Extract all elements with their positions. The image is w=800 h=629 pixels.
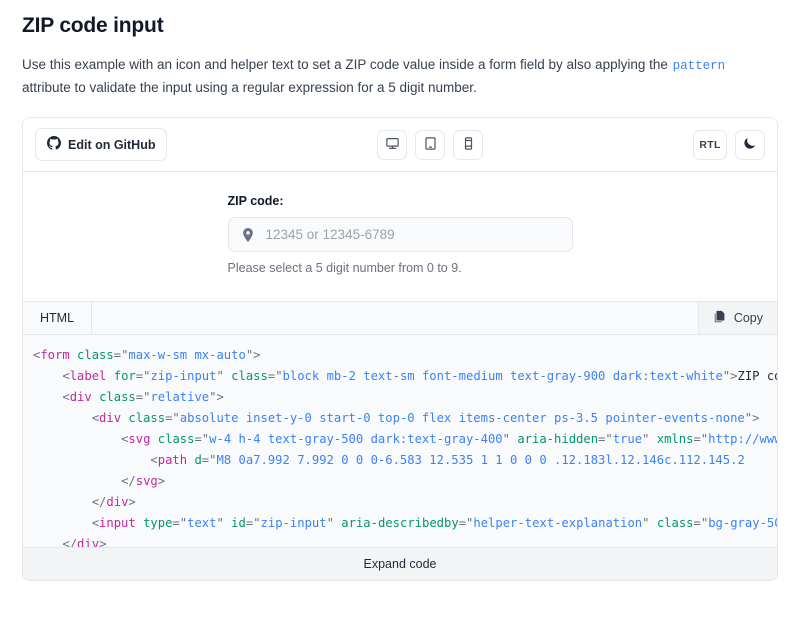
zip-input-wrapper xyxy=(227,217,573,252)
zip-helper-text: Please select a 5 digit number from 0 to… xyxy=(227,261,462,275)
code-line: <label for="zip-input" class="block mb-2… xyxy=(62,369,777,383)
mobile-view-button[interactable] xyxy=(453,129,484,160)
dark-mode-toggle-button[interactable] xyxy=(735,129,765,160)
edit-on-github-button[interactable]: Edit on GitHub xyxy=(35,128,168,161)
toolbar-left-group: Edit on GitHub xyxy=(35,128,168,161)
zip-code-label: ZIP code: xyxy=(227,194,284,208)
github-icon xyxy=(47,136,61,153)
code-line: <form class="max-w-sm mx-auto"> xyxy=(33,348,261,362)
tablet-icon xyxy=(423,136,438,154)
page-title: ZIP code input xyxy=(22,14,164,37)
zip-code-form: ZIP code: Please select a 5 digit number… xyxy=(227,194,573,275)
code-line: <svg class="w-4 h-4 text-gray-500 dark:t… xyxy=(121,432,777,446)
copy-icon xyxy=(713,310,727,327)
copy-code-button[interactable]: Copy xyxy=(698,302,777,334)
toolbar-right-group: RTL xyxy=(693,129,765,160)
example-card: Edit on GitHub RTL ZIP code: 12345 or 12… xyxy=(22,117,778,581)
desktop-view-button[interactable] xyxy=(377,129,408,160)
code-line: </div> xyxy=(91,495,136,509)
code-line: </svg> xyxy=(121,474,166,488)
code-block-area: <form class="max-w-sm mx-auto"> <label f… xyxy=(23,335,777,547)
intro-paragraph: Use this example with an icon and helper… xyxy=(22,54,778,99)
code-line: <input type="text" id="zip-input" aria-d… xyxy=(91,516,777,530)
moon-icon xyxy=(743,136,757,153)
code-line: <path d="M8 0a7.992 7.992 0 0 0-6.583 12… xyxy=(150,453,745,467)
expand-code-button[interactable]: Expand code xyxy=(23,547,777,580)
edit-on-github-label: Edit on GitHub xyxy=(68,137,156,152)
example-toolbar: Edit on GitHub RTL xyxy=(23,118,777,172)
intro-text-part1: Use this example with an icon and helper… xyxy=(22,57,668,72)
rtl-toggle-button[interactable]: RTL xyxy=(693,129,727,160)
tablet-view-button[interactable] xyxy=(415,129,446,160)
code-line: <div class="absolute inset-y-0 start-0 t… xyxy=(91,411,760,425)
zip-code-input[interactable] xyxy=(227,217,573,252)
mobile-icon xyxy=(461,136,476,154)
code-line: <div class="relative"> xyxy=(62,390,224,404)
example-preview: ZIP code: Please select a 5 digit number… xyxy=(23,172,777,301)
copy-code-label: Copy xyxy=(733,311,763,325)
tab-bar-spacer xyxy=(92,302,699,334)
code-line: </div> xyxy=(62,537,107,547)
desktop-icon xyxy=(385,136,400,154)
code-tab-bar: HTML Copy xyxy=(23,301,777,335)
tab-html[interactable]: HTML xyxy=(23,302,93,334)
device-toggle-group xyxy=(167,129,693,160)
code-block[interactable]: <form class="max-w-sm mx-auto"> <label f… xyxy=(23,345,777,547)
intro-inline-code: pattern xyxy=(672,59,726,73)
intro-text-part2: attribute to validate the input using a … xyxy=(22,80,477,95)
page-container: ZIP code input Use this example with an … xyxy=(0,0,800,581)
